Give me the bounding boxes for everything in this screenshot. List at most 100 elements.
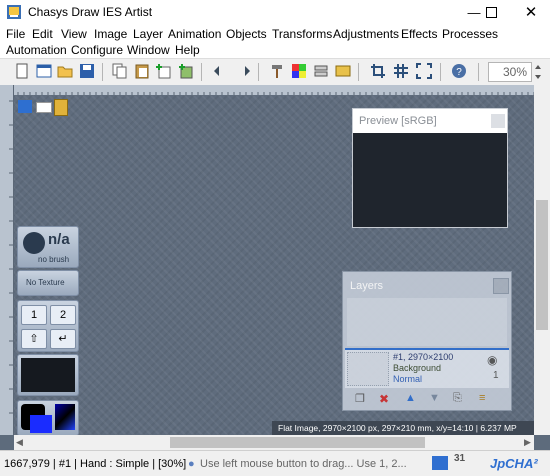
add-layer-icon[interactable]: [156, 63, 172, 79]
new-icon[interactable]: [14, 63, 30, 79]
duplicate-layer-icon[interactable]: ❐: [355, 392, 365, 405]
menu-transforms[interactable]: Transforms: [272, 27, 332, 41]
canvas-info: Flat Image, 2970×2100 px, 297×210 mm, x/…: [272, 421, 534, 435]
image-icon[interactable]: [335, 63, 351, 79]
layers-toolbar: ❐ ✖ ▲ ▼ ⎘ ≡: [347, 392, 507, 408]
add-image-icon[interactable]: [178, 63, 194, 79]
calendar-icon: [432, 456, 448, 470]
close-button[interactable]: ✕: [512, 0, 550, 24]
zoom-spinner[interactable]: [532, 62, 544, 82]
layers-close-icon[interactable]: [493, 278, 509, 294]
layer-row[interactable]: #1, 2970×2100 Background Normal ◉ 1: [345, 348, 509, 388]
app-icon: [7, 5, 21, 19]
vertical-ruler: [0, 85, 14, 435]
brush-panel[interactable]: n/a no brush: [17, 226, 79, 268]
fullscreen-icon[interactable]: [416, 63, 432, 79]
save-icon[interactable]: [79, 63, 95, 79]
enter-icon[interactable]: ↵: [50, 329, 76, 349]
maximize-button[interactable]: [474, 0, 508, 24]
layer-type: Background: [393, 363, 442, 373]
title-bar: Chasys Draw IES Artist — ✕: [0, 0, 550, 24]
crop-icon[interactable]: [370, 63, 386, 79]
preview-close-icon[interactable]: [491, 114, 505, 128]
delete-layer-icon[interactable]: ✖: [379, 392, 389, 406]
menu-image[interactable]: Image: [94, 27, 127, 41]
preview-title: Preview [sRGB]: [359, 115, 437, 127]
layer-properties-icon[interactable]: ≡: [479, 392, 485, 404]
step-two-button[interactable]: 2: [50, 305, 76, 325]
layers-icon[interactable]: [313, 63, 329, 79]
status-bar: 1667,979 | #1 | Hand : Simple | [30%] ● …: [0, 450, 550, 476]
horizontal-ruler: [14, 85, 550, 96]
menu-help[interactable]: Help: [175, 43, 200, 57]
gradient-swatch[interactable]: [55, 404, 75, 430]
menu-processes[interactable]: Processes: [442, 27, 498, 41]
stepper-panel: 1 2 ⇧ ↵: [17, 300, 79, 352]
open-icon[interactable]: [57, 63, 73, 79]
menu-configure[interactable]: Configure: [71, 43, 123, 57]
vertical-scroll-thumb[interactable]: [536, 200, 548, 330]
scroll-right-icon[interactable]: ▶: [524, 437, 531, 448]
layer-blend: Normal: [393, 374, 423, 384]
mini-toolbar: [18, 99, 68, 116]
texture-panel[interactable]: No Texture: [17, 270, 79, 296]
layers-panel: Layers #1, 2970×2100 Background Normal ◉…: [342, 271, 512, 411]
undo-icon[interactable]: [213, 63, 229, 79]
up-arrow-icon[interactable]: ⇧: [21, 329, 47, 349]
help-icon[interactable]: ?: [451, 63, 467, 79]
step-one-button[interactable]: 1: [21, 305, 47, 325]
hammer-icon[interactable]: [269, 63, 285, 79]
scroll-left-icon[interactable]: ◀: [16, 437, 23, 448]
menu-animation[interactable]: Animation: [168, 27, 221, 41]
color-preview-swatch: [21, 358, 75, 392]
menu-bar: File Edit View Image Layer Animation Obj…: [0, 24, 550, 58]
menu-layer[interactable]: Layer: [133, 27, 163, 41]
status-hint: Use left mouse button to drag... Use 1, …: [200, 458, 407, 470]
layers-title: Layers: [350, 280, 384, 292]
secondary-color-swatch[interactable]: [30, 415, 52, 433]
grid-icon[interactable]: [393, 63, 409, 79]
menu-adjustments[interactable]: Adjustments: [333, 27, 399, 41]
menu-automation[interactable]: Automation: [6, 43, 67, 57]
status-text: 1667,979 | #1 | Hand : Simple | [30%]: [4, 458, 187, 470]
menu-view[interactable]: View: [61, 27, 87, 41]
status-badge: 31: [454, 453, 466, 464]
brush-preview-icon: [23, 232, 45, 254]
status-indicator-icon: ●: [188, 458, 195, 470]
horizontal-scroll-thumb[interactable]: [170, 437, 425, 448]
svg-text:?: ?: [456, 67, 462, 78]
texture-label: No Texture: [26, 278, 65, 287]
layers-empty-area: [347, 298, 507, 346]
menu-objects[interactable]: Objects: [226, 27, 267, 41]
blank-icon[interactable]: [36, 102, 52, 113]
colors-panel[interactable]: [17, 400, 79, 436]
window-title: Chasys Draw IES Artist: [28, 5, 153, 19]
brand-logo: JpCHA²: [490, 456, 538, 471]
layer-link-count: 1: [493, 370, 499, 381]
brush-label: no brush: [38, 255, 70, 264]
brush-size: n/a: [48, 231, 70, 248]
move-up-icon[interactable]: ▲: [405, 392, 416, 404]
menu-file[interactable]: File: [6, 27, 25, 41]
new-window-icon[interactable]: [36, 63, 52, 79]
zoom-input[interactable]: 30%: [488, 62, 532, 82]
menu-edit[interactable]: Edit: [32, 27, 53, 41]
move-down-icon[interactable]: ▼: [429, 392, 440, 404]
menu-effects[interactable]: Effects: [401, 27, 437, 41]
copy-icon[interactable]: [112, 63, 128, 79]
layer-name: #1, 2970×2100: [393, 352, 454, 362]
attach-icon[interactable]: ⎘: [453, 392, 462, 405]
paste-icon[interactable]: [134, 63, 150, 79]
maximize-icon: [485, 6, 497, 18]
redo-icon[interactable]: [235, 63, 251, 79]
toolbar: ? 30%: [0, 58, 550, 86]
preview-header: Preview [sRGB]: [353, 109, 507, 133]
eye-icon[interactable]: ◉: [487, 353, 497, 367]
palette-icon[interactable]: [291, 63, 307, 79]
layer-thumbnail: [347, 352, 389, 386]
menu-window[interactable]: Window: [127, 43, 170, 57]
picture-icon[interactable]: [18, 100, 32, 113]
close-icon: ✕: [524, 4, 538, 21]
clipboard-icon[interactable]: [54, 99, 68, 116]
color-preview-panel[interactable]: [17, 354, 79, 396]
